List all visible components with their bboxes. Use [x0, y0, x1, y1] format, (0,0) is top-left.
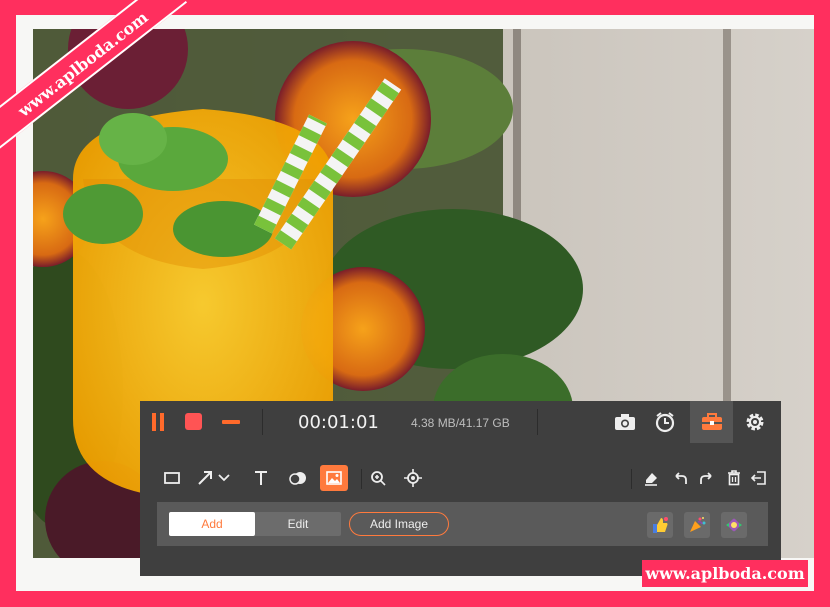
divider [361, 469, 362, 489]
minimize-icon[interactable] [222, 420, 240, 424]
schedule-clock-icon[interactable] [652, 409, 678, 435]
eraser-icon[interactable] [638, 466, 664, 490]
candy-sticker-icon[interactable] [721, 512, 747, 538]
add-image-button[interactable]: Add Image [349, 512, 449, 536]
divider [262, 409, 263, 435]
stop-icon[interactable] [185, 413, 202, 430]
divider [537, 409, 538, 435]
image-icon[interactable] [320, 465, 348, 491]
exit-icon[interactable] [746, 466, 772, 490]
thumbs-up-sticker-icon[interactable] [647, 512, 673, 538]
undo-icon[interactable] [667, 466, 693, 490]
callout-icon[interactable] [285, 466, 311, 490]
annotation-tools [140, 463, 781, 493]
add-edit-switch: Add Edit [169, 512, 341, 536]
toolbox-tab[interactable] [690, 401, 733, 443]
recording-timer: 00:01:01 [298, 412, 379, 433]
toolbox-icon [699, 409, 725, 435]
edit-tab[interactable]: Edit [255, 512, 341, 536]
gear-icon[interactable] [742, 409, 768, 435]
camera-icon[interactable] [612, 409, 638, 435]
screen-recorder-toolbar: 00:01:01 4.38 MB/41.17 GB Add Edit Add I… [140, 401, 781, 576]
pause-icon[interactable] [150, 413, 166, 431]
trash-icon[interactable] [721, 466, 747, 490]
divider [631, 469, 632, 489]
image-options-panel: Add Edit Add Image [157, 502, 768, 546]
chevron-down-icon[interactable] [216, 466, 232, 490]
rectangle-icon[interactable] [159, 466, 185, 490]
party-popper-sticker-icon[interactable] [684, 512, 710, 538]
text-icon[interactable] [248, 466, 274, 490]
watermark-badge: www.aplboda.com [642, 560, 808, 587]
zoom-in-icon[interactable] [365, 466, 391, 490]
redo-icon[interactable] [694, 466, 720, 490]
spotlight-icon[interactable] [400, 466, 426, 490]
file-size-readout: 4.38 MB/41.17 GB [411, 416, 510, 430]
recording-bar: 00:01:01 4.38 MB/41.17 GB [140, 401, 781, 443]
add-tab[interactable]: Add [169, 512, 255, 536]
